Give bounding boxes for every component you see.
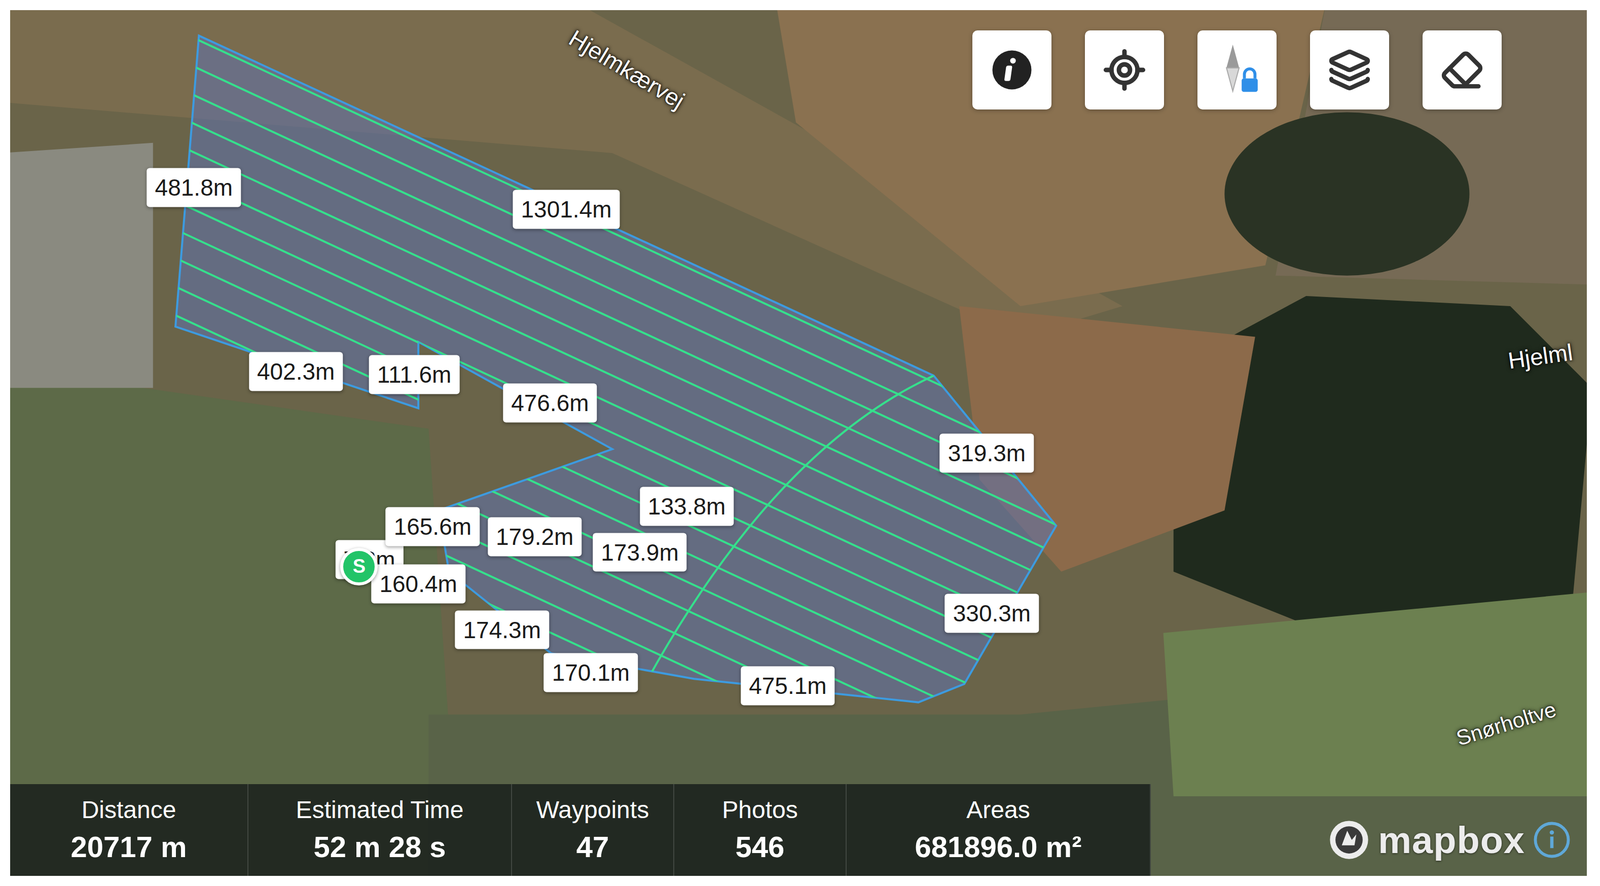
flight-line (142, 185, 1103, 632)
stat: Areas 681896.0 m² (846, 784, 1151, 877)
survey-area[interactable] (10, 10, 1587, 877)
segment-length-label: 402.3m (248, 352, 343, 392)
stat-value: 52 m 28 s (313, 829, 446, 865)
flight-line (142, 328, 1103, 775)
flight-line (142, 71, 1103, 518)
flight-arc (647, 375, 934, 679)
compass-lock-icon (1211, 42, 1263, 98)
flight-line (142, 10, 1103, 432)
layers-button[interactable] (1310, 30, 1390, 110)
compass-lock-button[interactable] (1197, 30, 1277, 110)
stat: Distance 20717 m (10, 784, 249, 877)
eraser-icon (1440, 48, 1484, 92)
flight-line (142, 157, 1103, 604)
map[interactable]: HjelmkærvejHjelmlSnørholtve7.8m481.8m130… (10, 10, 1587, 877)
segment-length-label: 170.1m (543, 653, 638, 693)
stat-value: 546 (735, 829, 785, 865)
segment-length-label: 330.3m (944, 594, 1039, 634)
map-attribution: mapbox (1327, 818, 1572, 862)
stat: Waypoints 47 (512, 784, 675, 877)
segment-length-label: 481.8m (147, 168, 241, 208)
segment-length-label: 160.4m (371, 564, 465, 604)
stat-label: Distance (81, 795, 177, 825)
start-marker[interactable]: S (340, 548, 378, 586)
info-icon (990, 48, 1034, 92)
flight-line (142, 300, 1103, 747)
segment-length-label: 476.6m (502, 383, 597, 423)
flight-line (142, 271, 1103, 718)
layers-icon (1327, 48, 1372, 92)
flight-line (142, 357, 1103, 804)
flight-line (142, 385, 1103, 832)
stat: Estimated Time 52 m 28 s (248, 784, 513, 877)
mission-stats-bar: Distance 20717 m Estimated Time 52 m 28 s Wa… (10, 784, 1151, 877)
flight-line (142, 14, 1103, 461)
segment-length-label: 1301.4m (513, 189, 621, 229)
stat-label: Areas (966, 795, 1030, 825)
page: HjelmkærvejHjelmlSnørholtve7.8m481.8m130… (0, 0, 1600, 886)
segment-length-label: 133.8m (639, 486, 734, 526)
flight-line (142, 214, 1103, 661)
stat-label: Photos (721, 795, 798, 825)
eraser-button[interactable] (1422, 30, 1502, 110)
flight-line (142, 99, 1103, 547)
stat-value: 20717 m (70, 829, 188, 865)
stat-label: Waypoints (536, 795, 649, 825)
flight-path (142, 10, 1103, 877)
segment-length-label: 179.2m (487, 517, 582, 557)
survey-polygon[interactable] (175, 35, 1057, 703)
attribution-info-icon[interactable] (1532, 820, 1572, 860)
segment-length-label: 173.9m (592, 532, 687, 572)
stat-value: 681896.0 m² (915, 829, 1082, 865)
lock-icon (1241, 68, 1258, 92)
segment-length-label: 174.3m (455, 610, 550, 650)
info-button[interactable] (972, 30, 1052, 110)
segment-length-label: 319.3m (939, 433, 1034, 474)
flight-line (142, 10, 1103, 404)
stat-value: 47 (576, 829, 610, 865)
mapbox-logo: mapbox (1377, 818, 1525, 862)
segment-length-label: 475.1m (740, 666, 835, 706)
flight-line (142, 42, 1103, 489)
map-toolbar (972, 30, 1502, 110)
stat: Photos 546 (674, 784, 847, 877)
locate-icon (1102, 47, 1147, 93)
flight-line (142, 242, 1103, 689)
stat-label: Estimated Time (296, 795, 464, 825)
segment-length-label: 165.6m (385, 507, 480, 547)
mapbox-logo-icon (1327, 818, 1371, 862)
segment-length-label: 111.6m (369, 355, 460, 395)
locate-button[interactable] (1084, 30, 1165, 110)
flight-line (142, 128, 1103, 575)
